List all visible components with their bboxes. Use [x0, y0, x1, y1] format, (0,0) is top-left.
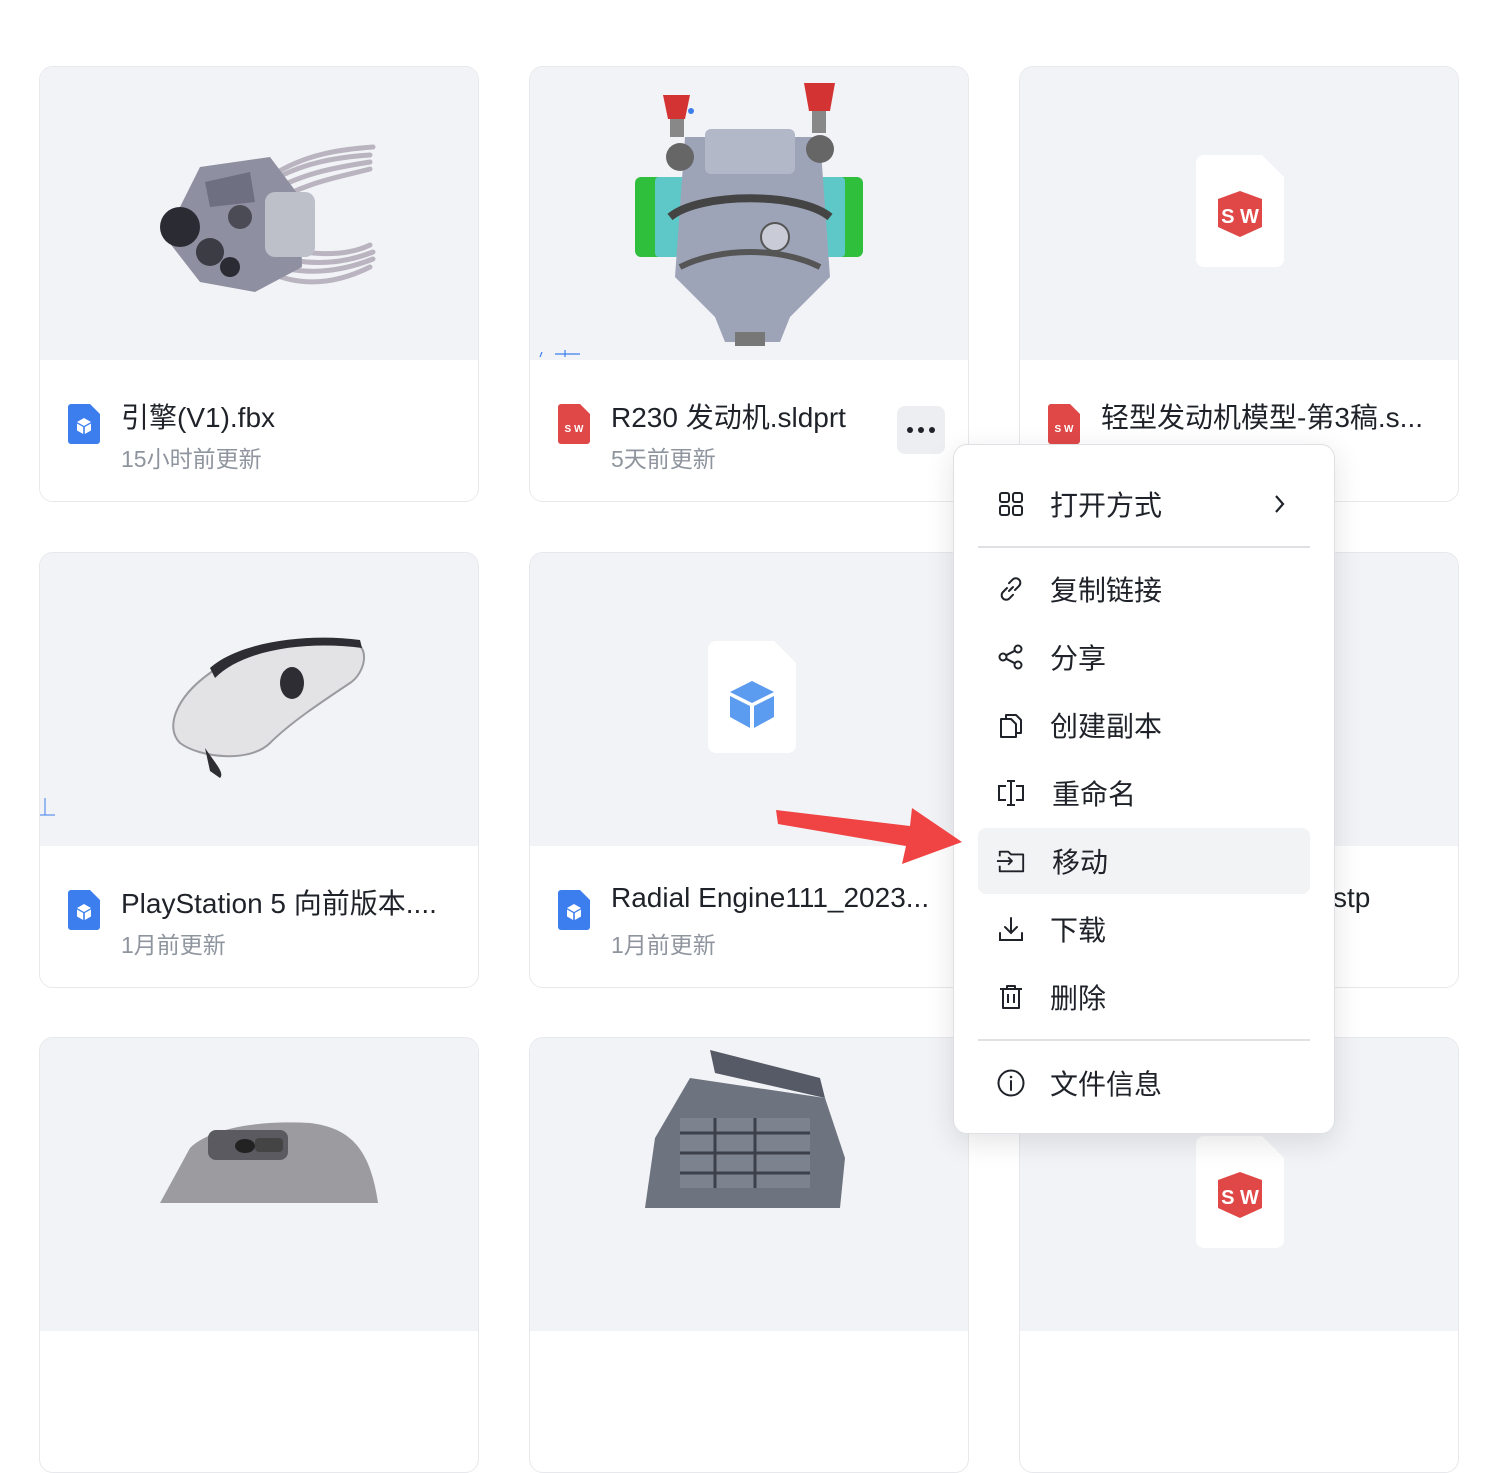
engine-model-image — [160, 144, 376, 292]
file-updated-time: 5天前更新 — [611, 446, 716, 472]
menu-item-label: 下载 — [1050, 915, 1107, 946]
menu-item-label: 重命名 — [1052, 779, 1137, 810]
menu-item-label: 移动 — [1052, 847, 1109, 878]
svg-text:S W: S W — [1221, 1187, 1259, 1209]
file-card[interactable] — [39, 1037, 479, 1473]
engine-model-image — [539, 83, 863, 358]
more-options-button[interactable] — [897, 406, 945, 454]
download-icon — [996, 914, 1026, 944]
file-name: PlayStation 5 向前版本.... — [121, 888, 437, 919]
dot-icon — [929, 427, 935, 433]
menu-item-label: 复制链接 — [1050, 575, 1163, 606]
menu-item-label: 文件信息 — [1050, 1069, 1163, 1100]
move-icon — [996, 846, 1026, 876]
menu-item-move[interactable]: 移动 — [978, 828, 1310, 894]
file-name: stp — [1333, 882, 1371, 913]
file-card[interactable]: 引擎(V1).fbx 15小时前更新 — [39, 66, 479, 502]
file-name: 轻型发动机模型-第3稿.s... — [1101, 402, 1424, 433]
menu-item-share[interactable]: 分享 — [978, 624, 1310, 690]
file-thumbnail — [40, 1038, 478, 1331]
file-card[interactable]: S W S W 轻型发动机模型-第3稿.s... — [1019, 66, 1459, 502]
chevron-right-icon — [1275, 495, 1285, 513]
device-model-image — [160, 1122, 378, 1203]
file-card[interactable]: PlayStation 5 向前版本.... 1月前更新 — [39, 552, 479, 988]
context-menu: 打开方式 复制链接 分享 创建副本 重命名 移动 下载 删除 文件信息 — [953, 444, 1335, 1134]
file-updated-time: 1月前更新 — [121, 932, 226, 958]
3d-model-icon — [558, 890, 590, 930]
menu-item-copy-link[interactable]: 复制链接 — [978, 556, 1310, 622]
menu-item-label: 分享 — [1050, 643, 1107, 674]
menu-divider — [978, 546, 1310, 548]
solidworks-icon: S W — [558, 404, 590, 444]
file-thumbnail — [40, 553, 478, 846]
trash-icon — [996, 982, 1026, 1012]
menu-item-label: 打开方式 — [1050, 490, 1163, 521]
menu-item-delete[interactable]: 删除 — [978, 964, 1310, 1030]
menu-item-rename[interactable]: 重命名 — [978, 760, 1310, 826]
menu-item-download[interactable]: 下载 — [978, 896, 1310, 962]
file-name: 引擎(V1).fbx — [121, 402, 276, 433]
share-icon — [996, 642, 1026, 672]
file-card[interactable] — [529, 1037, 969, 1473]
solidworks-placeholder-icon: S W — [1196, 1136, 1284, 1248]
controller-model-image — [40, 637, 365, 816]
file-thumbnail — [530, 553, 968, 846]
copy-icon — [996, 710, 1026, 740]
menu-item-create-copy[interactable]: 创建副本 — [978, 692, 1310, 758]
file-name: R230 发动机.sldprt — [611, 402, 846, 433]
3d-model-icon — [68, 404, 100, 444]
file-thumbnail: S W — [1020, 67, 1458, 360]
file-updated-time: 15小时前更新 — [121, 446, 262, 472]
link-icon — [996, 574, 1026, 604]
file-thumbnail — [530, 1038, 968, 1331]
info-icon — [996, 1068, 1026, 1098]
file-thumbnail — [40, 67, 478, 360]
3d-model-placeholder-icon — [708, 641, 796, 753]
grid-icon — [996, 489, 1026, 519]
menu-divider — [978, 1039, 1310, 1041]
menu-item-open-with[interactable]: 打开方式 — [978, 471, 1310, 537]
dot-icon — [907, 427, 913, 433]
file-thumbnail — [530, 67, 968, 360]
rename-icon — [996, 778, 1026, 808]
svg-text:S W: S W — [565, 424, 584, 435]
file-card[interactable]: Radial Engine111_2023... 1月前更新 — [529, 552, 969, 988]
svg-text:S W: S W — [1055, 424, 1074, 435]
dot-icon — [918, 427, 924, 433]
machine-model-image — [645, 1050, 845, 1208]
solidworks-icon: S W — [1048, 404, 1080, 444]
file-name: Radial Engine111_2023... — [611, 882, 930, 913]
svg-text:S W: S W — [1221, 206, 1259, 228]
menu-item-label: 删除 — [1050, 983, 1107, 1014]
solidworks-placeholder-icon: S W — [1196, 155, 1284, 267]
3d-model-icon — [68, 890, 100, 930]
menu-item-label: 创建副本 — [1050, 711, 1163, 742]
menu-item-file-info[interactable]: 文件信息 — [978, 1050, 1310, 1116]
file-updated-time: 1月前更新 — [611, 932, 716, 958]
